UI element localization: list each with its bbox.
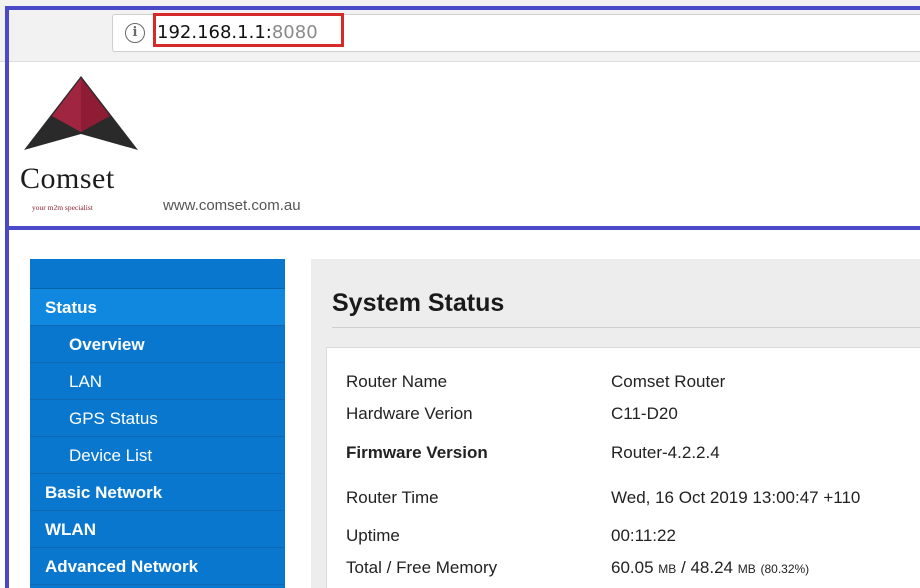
memory-free-unit: MB <box>737 562 756 576</box>
logo-tagline: your m2m specialist <box>32 203 93 212</box>
memory-total-unit: MB <box>658 562 677 576</box>
memory-free: 48.24 <box>690 558 733 577</box>
row-value: C11-D20 <box>611 404 678 423</box>
status-panel: Router Name Comset Router Hardware Verio… <box>326 347 920 588</box>
memory-percent: (80.32%) <box>760 562 810 576</box>
row-label: Uptime <box>346 526 400 545</box>
row-value: 00:11:22 <box>611 526 676 545</box>
sidebar-item-basic-network[interactable]: Basic Network <box>30 474 285 511</box>
sidebar-item-device-list[interactable]: Device List <box>30 437 285 474</box>
row-label: Router Name <box>346 372 448 391</box>
annotation-frame-edge <box>5 228 9 588</box>
status-row-uptime: Uptime 00:11:22 <box>327 526 920 552</box>
title-divider <box>332 327 920 328</box>
row-value: Comset Router <box>611 372 726 391</box>
comset-logo[interactable]: Comset your m2m specialist <box>16 76 151 216</box>
logo-wordmark: Comset <box>20 162 115 195</box>
sidebar-nav: Status Overview LAN GPS Status Device Li… <box>30 259 285 588</box>
sidebar-item-overview[interactable]: Overview <box>30 326 285 363</box>
main-content: System Status Router Name Comset Router … <box>311 259 920 588</box>
sidebar-item-lan[interactable]: LAN <box>30 363 285 400</box>
page-title: System Status <box>332 289 505 317</box>
site-info-icon[interactable]: i <box>125 23 145 43</box>
row-label: Hardware Verion <box>346 404 473 423</box>
memory-total: 60.05 <box>611 558 654 577</box>
row-label: Router Time <box>346 488 439 507</box>
url-text[interactable]: 192.168.1.1:8080 <box>157 22 318 44</box>
status-row-hardware-version: Hardware Verion C11-D20 <box>327 404 920 430</box>
site-url-text: www.comset.com.au <box>163 197 301 214</box>
status-row-firmware-version: Firmware Version Router-4.2.2.4 <box>327 443 920 469</box>
status-row-router-time: Router Time Wed, 16 Oct 2019 13:00:47 +1… <box>327 488 920 514</box>
logo-pyramid-icon <box>24 76 138 150</box>
sidebar-item-status[interactable]: Status <box>30 289 285 326</box>
url-host: 192.168.1.1: <box>157 22 272 43</box>
browser-toolbar: i 192.168.1.1:8080 <box>0 0 920 62</box>
sidebar-item-wlan[interactable]: WLAN <box>30 511 285 548</box>
address-bar[interactable]: i 192.168.1.1:8080 <box>112 14 920 52</box>
row-value: Wed, 16 Oct 2019 13:00:47 +110 <box>611 488 861 507</box>
row-label: Firmware Version <box>346 443 488 462</box>
status-row-router-name: Router Name Comset Router <box>327 372 920 398</box>
memory-separator: / <box>676 558 691 577</box>
sidebar-item-advanced-network[interactable]: Advanced Network <box>30 548 285 585</box>
url-port: 8080 <box>271 22 318 43</box>
row-value: Router-4.2.2.4 <box>611 443 720 462</box>
sidebar-item-gps-status[interactable]: GPS Status <box>30 400 285 437</box>
memory-value: 60.05 MB / 48.24 MB (80.32%) <box>611 558 809 578</box>
row-label: Total / Free Memory <box>346 558 498 577</box>
status-row-memory: Total / Free Memory 60.05 MB / 48.24 MB … <box>327 558 920 584</box>
sidebar-header <box>30 259 285 289</box>
